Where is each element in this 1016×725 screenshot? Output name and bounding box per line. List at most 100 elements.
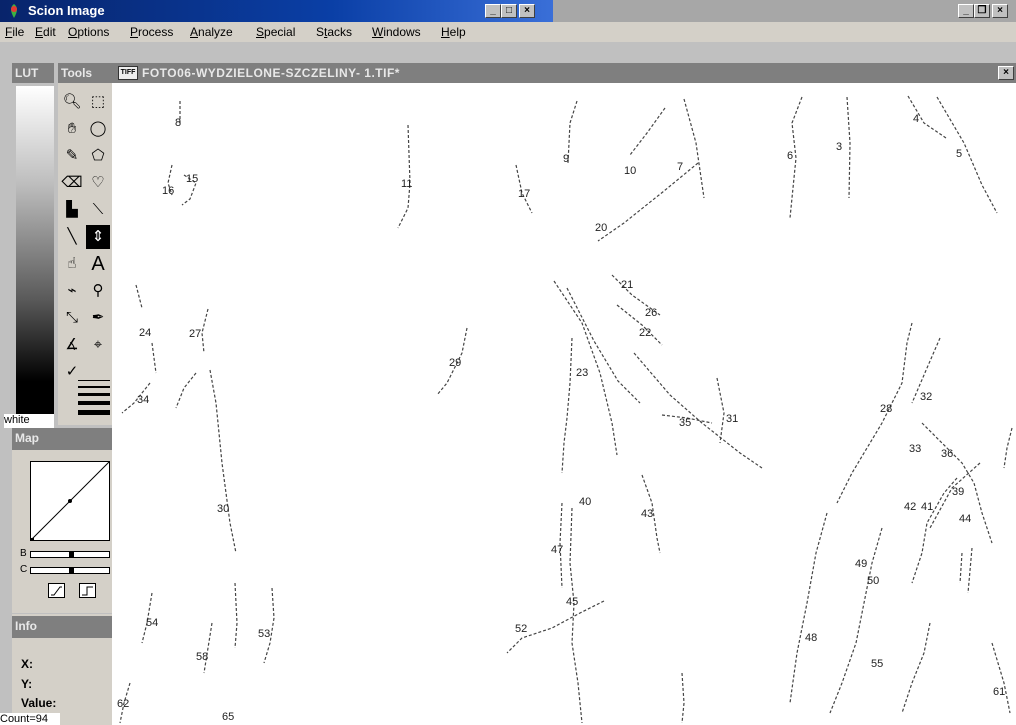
hand-icon[interactable]: ✋︎ xyxy=(60,117,84,141)
line-width-selector[interactable] xyxy=(78,378,110,420)
tiff-file-icon: TIFF xyxy=(118,66,138,80)
background-window-title-bar xyxy=(553,0,1016,22)
menu-special[interactable]: Special xyxy=(256,25,295,39)
crack-label: 26 xyxy=(645,307,658,319)
menu-stacks[interactable]: Stacks xyxy=(316,25,352,39)
crack-label: 40 xyxy=(579,496,592,508)
crack-label: 45 xyxy=(566,596,579,608)
crack-label: 52 xyxy=(515,623,528,635)
minimize-button[interactable]: _ xyxy=(485,4,501,18)
oval-select-icon[interactable]: ◯ xyxy=(86,117,110,141)
crack-label: 16 xyxy=(162,185,175,197)
crack-label: 5 xyxy=(956,148,963,160)
crack-label: 22 xyxy=(639,327,652,339)
bg-minimize-button[interactable]: _ xyxy=(958,4,974,18)
angle-icon[interactable]: ∡ xyxy=(60,333,84,357)
lut-gradient[interactable] xyxy=(16,86,54,414)
crack-label: 20 xyxy=(595,222,608,234)
crack-label: 10 xyxy=(624,165,637,177)
tools-title: Tools xyxy=(58,63,112,83)
map-curve[interactable] xyxy=(30,461,110,541)
image-close-button[interactable]: × xyxy=(998,66,1014,80)
crosshair-line-icon[interactable]: ⤡ xyxy=(60,306,84,330)
crack-label: 35 xyxy=(679,417,692,429)
profile-icon[interactable]: ⌁ xyxy=(60,279,84,303)
crack-label: 29 xyxy=(449,357,462,369)
crack-label: 15 xyxy=(186,173,199,185)
crack-label: 17 xyxy=(518,188,531,200)
map-linear-button[interactable] xyxy=(48,583,65,598)
crack-label: 61 xyxy=(993,686,1006,698)
menu-file[interactable]: File xyxy=(5,25,24,39)
eraser-icon[interactable]: ⌫ xyxy=(60,171,84,195)
menu-help[interactable]: Help xyxy=(441,25,466,39)
crosshair-icon[interactable]: ⌖ xyxy=(86,333,110,357)
rect-select-icon[interactable]: ⬚ xyxy=(86,90,110,114)
text-icon[interactable]: A xyxy=(86,252,110,276)
map-c-label: C xyxy=(20,564,28,575)
crack-label: 53 xyxy=(258,628,271,640)
segmented-line-icon[interactable]: ⟍ xyxy=(86,198,110,222)
crack-label: 48 xyxy=(805,632,818,644)
tools-grid: 🔍︎ ⬚ ✋︎ ◯ ✎ ⬠ ⌫ ♡ ▙ ⟍ ╲ ⇕ ☝︎ A ⌁ ⚲ ⤡ ✒︎ … xyxy=(60,90,112,420)
magnifier-icon[interactable]: 🔍︎ xyxy=(60,90,84,114)
info-title: Info xyxy=(12,616,112,638)
crack-label: 32 xyxy=(920,391,933,403)
pencil-icon[interactable]: ✎ xyxy=(60,144,84,168)
app-icon xyxy=(6,3,22,19)
info-value-label: Value: xyxy=(21,696,57,710)
bg-restore-button[interactable]: ❐ xyxy=(974,4,990,18)
maximize-button[interactable]: □ xyxy=(501,4,517,18)
crack-label: 47 xyxy=(551,544,564,556)
crack-label: 42 xyxy=(904,501,917,513)
crack-label: 9 xyxy=(563,153,570,165)
line-icon[interactable]: ╲ xyxy=(60,225,84,249)
menu-bar: File Edit Options Process Analyze Specia… xyxy=(0,22,553,42)
menu-options[interactable]: Options xyxy=(68,25,109,39)
menu-edit[interactable]: Edit xyxy=(35,25,56,39)
crack-label: 62 xyxy=(117,698,130,710)
crack-label: 7 xyxy=(677,161,684,173)
crack-label: 39 xyxy=(952,486,965,498)
crack-label: 3 xyxy=(836,141,843,153)
polygon-select-icon[interactable]: ⬠ xyxy=(86,144,110,168)
crack-label: 44 xyxy=(959,513,972,525)
crack-label: 50 xyxy=(867,575,880,587)
crack-label: 43 xyxy=(641,508,654,520)
scroll-icon[interactable]: ⇕ xyxy=(86,225,110,249)
workspace-background xyxy=(0,42,1016,63)
crack-label: 55 xyxy=(871,658,884,670)
crack-label: 65 xyxy=(222,711,235,723)
wand-icon[interactable]: ☝︎ xyxy=(60,252,84,276)
info-y-label: Y: xyxy=(21,677,33,691)
brightness-slider[interactable] xyxy=(30,551,110,558)
crack-label: 58 xyxy=(196,651,209,663)
crack-label: 8 xyxy=(175,117,182,129)
image-window-title: FOTO06-WYDZIELONE-SZCZELINY- 1.TIF* xyxy=(142,66,400,80)
contrast-slider[interactable] xyxy=(30,567,110,574)
crack-label: 27 xyxy=(189,328,202,340)
freehand-select-icon[interactable]: ♡ xyxy=(86,171,110,195)
crack-label: 28 xyxy=(880,403,893,415)
close-button[interactable]: × xyxy=(519,4,535,18)
crack-label: 23 xyxy=(576,367,589,379)
brush-icon[interactable]: ▙ xyxy=(60,198,84,222)
map-title: Map xyxy=(12,428,112,450)
info-count-label: Count=94 xyxy=(0,713,60,725)
menu-analyze[interactable]: Analyze xyxy=(190,25,233,39)
map-threshold-button[interactable] xyxy=(79,583,96,598)
crack-label: 31 xyxy=(726,413,739,425)
menu-process[interactable]: Process xyxy=(130,25,173,39)
bg-close-button[interactable]: × xyxy=(992,4,1008,18)
background-menu-bar xyxy=(553,22,1016,42)
crack-label: 54 xyxy=(146,617,159,629)
crack-label: 30 xyxy=(217,503,230,515)
crack-label: 49 xyxy=(855,558,868,570)
spray-icon[interactable]: ⚲ xyxy=(86,279,110,303)
menu-windows[interactable]: Windows xyxy=(372,25,421,39)
crack-label: 21 xyxy=(621,279,634,291)
crack-label: 4 xyxy=(913,113,920,125)
crack-label: 36 xyxy=(941,448,954,460)
crack-label: 33 xyxy=(909,443,922,455)
eyedropper-icon[interactable]: ✒︎ xyxy=(86,306,110,330)
